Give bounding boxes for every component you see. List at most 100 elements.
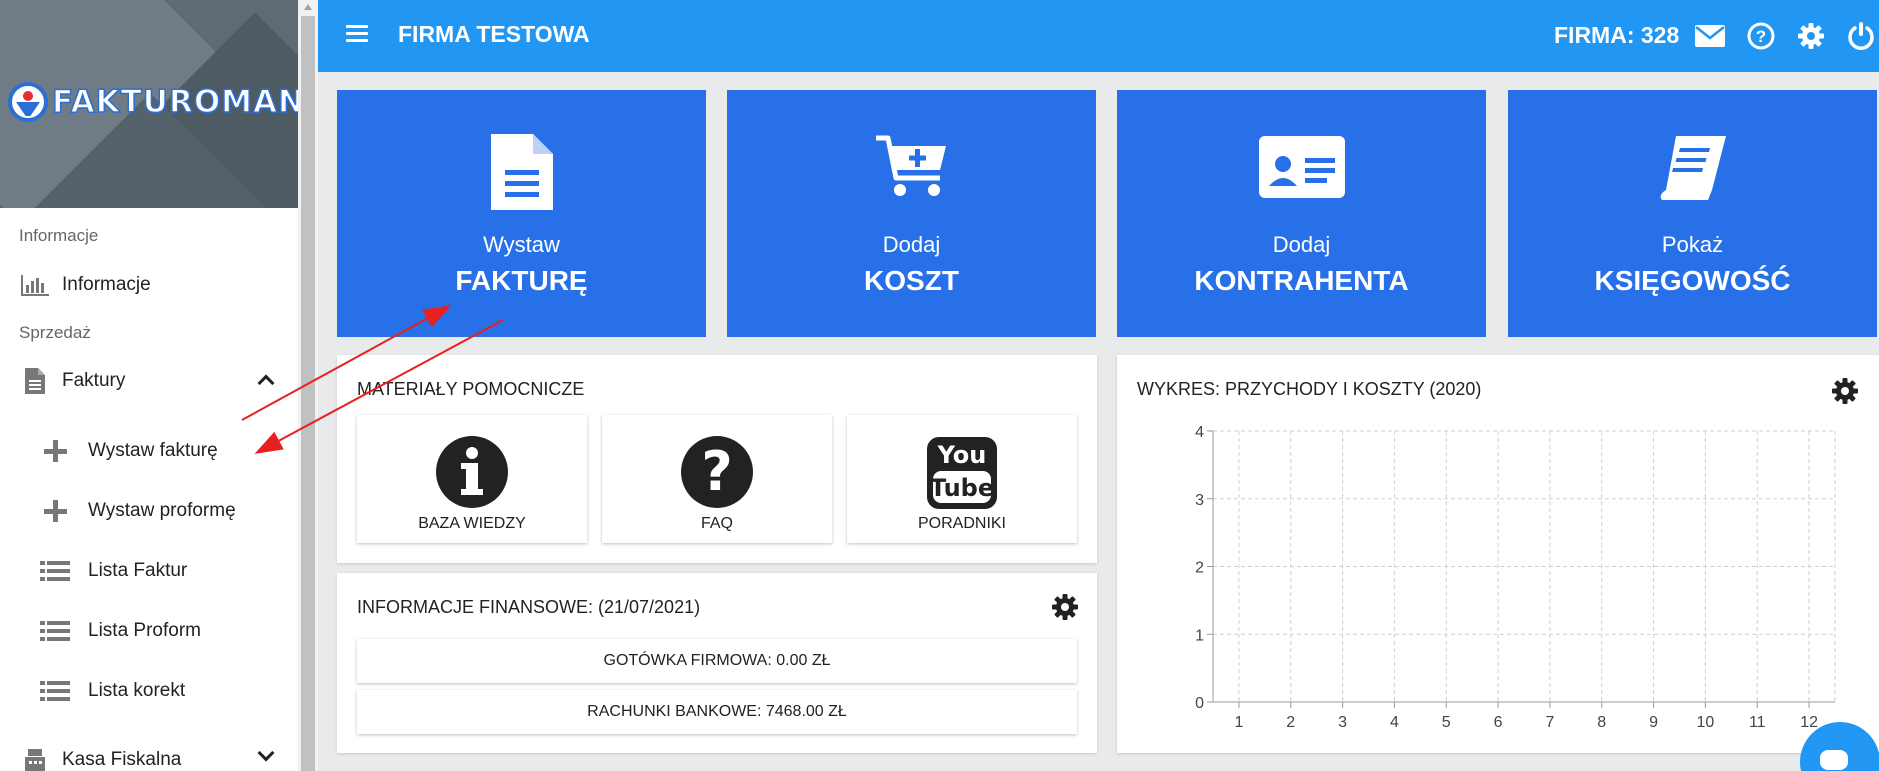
cart-add-icon	[727, 132, 1096, 212]
company-title: FIRMA TESTOWA	[398, 21, 590, 47]
sidebar-item-label: Faktury	[62, 370, 126, 391]
tile-small-label: Wystaw	[483, 232, 560, 257]
section-label-sales: Sprzedaż	[19, 323, 91, 342]
list-icon	[38, 677, 72, 705]
chart-y-tick-label: 4	[1195, 424, 1204, 441]
revenue-cost-chart: 1 2 3 4 5 6 7 8 9 10 11 1201234	[1195, 424, 1836, 731]
tile-big-label: KOSZT	[864, 265, 959, 296]
chart-x-tick-label: 4	[1390, 714, 1399, 731]
app-logo[interactable]: FAKTUROMANIA	[8, 82, 298, 122]
tile-big-label: KSIĘGOWOŚĆ	[1594, 265, 1791, 296]
logo-text: FAKTUROMANIA	[51, 83, 298, 121]
chart-x-tick-label: 3	[1338, 714, 1347, 731]
document-icon	[18, 367, 52, 395]
section-label-info: Informacje	[19, 226, 99, 245]
chart-x-tick-label: 11	[1749, 714, 1766, 731]
top-bar: FIRMA TESTOWA FIRMA: 328 ?	[318, 0, 1879, 72]
tile-add-contractor[interactable]: Dodaj KONTRAHENTA	[1117, 90, 1486, 337]
firma-count: FIRMA: 328	[1554, 22, 1680, 48]
sidebar-item-label: Wystaw proformę	[88, 500, 236, 521]
help-box-label: FAQ	[700, 515, 733, 532]
hamburger-menu-icon[interactable]	[346, 25, 368, 43]
chevron-down-icon[interactable]	[257, 744, 275, 762]
faq-button[interactable]: ? FAQ	[602, 415, 832, 543]
power-icon[interactable]	[1845, 20, 1877, 52]
scroll-up-arrow-icon[interactable]	[304, 4, 312, 10]
chart-y-tick-label: 0	[1195, 695, 1204, 712]
logo-area: FAKTUROMANIA	[0, 0, 298, 208]
tile-show-accounting[interactable]: Pokaż KSIĘGOWOŚĆ	[1508, 90, 1877, 337]
sidebar-item-lista-korekt[interactable]: Lista korekt	[0, 668, 298, 714]
list-icon	[38, 557, 72, 585]
book-icon	[1508, 132, 1877, 212]
sidebar-item-wystaw-proforme[interactable]: Wystaw proformę	[0, 488, 298, 534]
question-icon: ?	[602, 435, 832, 509]
help-box-label: PORADNIKI	[917, 515, 1006, 532]
cash-balance-row: GOTÓWKA FIRMOWA: 0.00 ZŁ	[357, 639, 1077, 683]
chart-x-tick-label: 7	[1545, 714, 1554, 731]
sidebar-scrollbar[interactable]	[298, 0, 318, 771]
sidebar-item-label: Kasa Fiskalna	[62, 749, 182, 770]
sidebar-item-faktury[interactable]: Faktury	[0, 358, 298, 404]
tile-issue-invoice[interactable]: Wystaw FAKTURĘ	[337, 90, 706, 337]
sidebar-item-informacje[interactable]: Informacje	[0, 262, 298, 308]
svg-text:?: ?	[701, 440, 732, 503]
sidebar-item-kasa-fiskalna[interactable]: Kasa Fiskalna	[0, 737, 298, 771]
sidebar-item-label: Wystaw fakturę	[88, 440, 218, 461]
chart-y-tick-label: 2	[1195, 560, 1204, 577]
card-title: INFORMACJE FINANSOWE: (21/07/2021)	[357, 597, 701, 617]
info-icon	[357, 435, 587, 509]
list-icon	[38, 617, 72, 645]
bar-chart-icon	[18, 271, 52, 299]
chart-x-tick-label: 5	[1442, 714, 1451, 731]
sidebar-item-label: Lista Faktur	[88, 560, 188, 581]
plus-icon	[38, 437, 72, 465]
sidebar-item-label: Lista korekt	[88, 680, 186, 701]
mail-icon[interactable]	[1694, 20, 1726, 52]
logo-mark-icon	[8, 82, 48, 122]
chat-bubble-icon	[1820, 750, 1848, 770]
sidebar-item-wystaw-fakture[interactable]: Wystaw fakturę	[0, 428, 298, 474]
gear-icon[interactable]	[1051, 593, 1079, 621]
bank-balance-row: RACHUNKI BANKOWE: 7468.00 ZŁ	[357, 690, 1077, 734]
tile-add-cost[interactable]: Dodaj KOSZT	[727, 90, 1096, 337]
chart-x-tick-label: 8	[1597, 714, 1606, 731]
chart-x-tick-label: 2	[1286, 714, 1295, 731]
youtube-text-tube: Tube	[930, 474, 994, 502]
document-icon	[337, 132, 706, 212]
chart-x-tick-label: 6	[1494, 714, 1503, 731]
help-icon[interactable]: ?	[1745, 20, 1777, 52]
svg-text:?: ?	[1756, 27, 1766, 46]
chart-card: WYKRES: PRZYCHODY I KOSZTY (2020) 123456…	[1117, 355, 1879, 753]
chart-y-tick-label: 3	[1195, 492, 1204, 509]
chart-y-tick-label: 1	[1195, 627, 1204, 644]
knowledge-base-button[interactable]: BAZA WIEDZY	[357, 415, 587, 543]
tile-big-label: KONTRAHENTA	[1194, 265, 1409, 296]
chart-x-tick-label: 9	[1649, 714, 1658, 731]
plus-icon	[38, 497, 72, 525]
chevron-up-icon[interactable]	[257, 374, 275, 392]
sidebar-item-label: Informacje	[62, 274, 151, 295]
cash-register-icon	[18, 746, 52, 771]
help-materials-card: MATERIAŁY POMOCNICZE BAZA WIEDZY ? FAQ Y…	[337, 355, 1097, 563]
chart-x-tick-label: 10	[1697, 714, 1715, 731]
tutorials-button[interactable]: You Tube PORADNIKI	[847, 415, 1077, 543]
tile-small-label: Dodaj	[1272, 232, 1331, 257]
youtube-text-you: You	[937, 441, 987, 469]
sidebar: FAKTUROMANIA Informacje Informacje Sprze…	[0, 0, 298, 771]
card-title: MATERIAŁY POMOCNICZE	[357, 379, 585, 399]
chart-x-tick-label: 1	[1234, 714, 1243, 731]
help-box-label: BAZA WIEDZY	[418, 515, 526, 532]
gear-icon[interactable]	[1795, 20, 1827, 52]
sidebar-item-lista-proform[interactable]: Lista Proform	[0, 608, 298, 654]
scrollbar-thumb[interactable]	[301, 16, 315, 771]
tile-small-label: Dodaj	[882, 232, 941, 257]
financial-info-card: INFORMACJE FINANSOWE: (21/07/2021) GOTÓW…	[337, 573, 1097, 753]
youtube-icon: You Tube	[847, 435, 1077, 511]
chart-x-tick-label: 12	[1800, 714, 1818, 731]
tile-small-label: Pokaż	[1661, 232, 1724, 257]
sidebar-item-lista-faktur[interactable]: Lista Faktur	[0, 548, 298, 594]
sidebar-item-label: Lista Proform	[88, 620, 201, 641]
id-card-icon	[1117, 132, 1486, 212]
tile-big-label: FAKTURĘ	[455, 265, 588, 296]
